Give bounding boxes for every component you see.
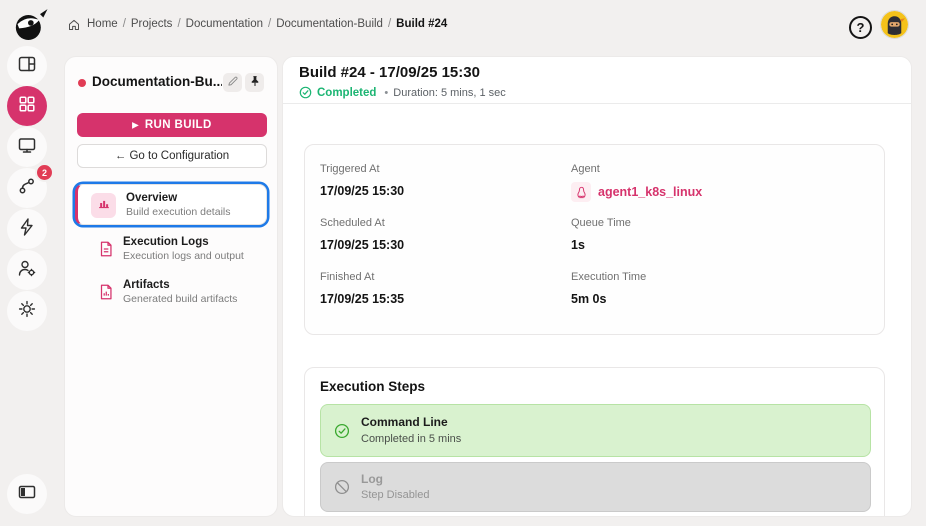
build-status-row: Completed • Duration: 5 mins, 1 sec (299, 86, 506, 99)
sidebar-item-subtitle: Build execution details (126, 206, 231, 218)
sidebar-item-overview[interactable]: Overview Build execution details (75, 184, 267, 225)
overview-icon-box (91, 193, 116, 218)
sidebar-item-subtitle: Generated build artifacts (123, 293, 238, 305)
run-build-label: RUN BUILD (144, 119, 212, 131)
breadcrumb: Home / Projects / Documentation / Docume… (68, 0, 447, 48)
field-finished-at: Finished At 17/09/25 15:35 (320, 271, 404, 306)
breadcrumb-build-24: Build #24 (396, 18, 448, 30)
duration-text: Duration: 5 mins, 1 sec (393, 86, 506, 99)
field-queue-time: Queue Time 1s (571, 217, 631, 252)
dashboard-layout-icon (17, 54, 37, 79)
help-button[interactable]: ? (849, 16, 872, 39)
breadcrumb-documentation-build[interactable]: Documentation-Build (276, 18, 383, 30)
rail-actions-button[interactable] (7, 209, 47, 249)
field-label: Agent (571, 163, 600, 175)
field-scheduled-at: Scheduled At 17/09/25 15:30 (320, 217, 404, 252)
bullet-separator: • (384, 86, 389, 99)
field-value: 17/09/25 15:30 (320, 238, 405, 252)
breadcrumb-separator: / (387, 18, 392, 30)
document-chart-icon (97, 283, 115, 306)
field-label: Finished At (320, 271, 375, 283)
top-bar: Home / Projects / Documentation / Docume… (0, 0, 926, 48)
field-execution-time: Execution Time 5m 0s (571, 271, 646, 306)
project-title: Documentation-Bu... (92, 74, 222, 89)
field-triggered-at: Triggered At 17/09/25 15:30 (320, 163, 404, 198)
sidebar-item-title: Execution Logs (123, 236, 209, 248)
breadcrumb-separator: / (268, 18, 272, 30)
run-build-button[interactable]: ▶ RUN BUILD (77, 113, 267, 137)
sidebar-item-title: Artifacts (123, 279, 170, 291)
execution-steps-card: Execution Steps Command Line Completed i… (304, 367, 885, 516)
bar-chart-icon (97, 196, 111, 215)
rail-dashboard-button[interactable] (7, 46, 47, 86)
sidebar-item-execution-logs[interactable]: Execution Logs Execution logs and output (75, 233, 267, 269)
go-to-configuration-label: ← Go to Configuration (114, 150, 230, 162)
play-icon: ▶ (132, 120, 139, 129)
icon-rail: 2 (0, 46, 62, 526)
sidebar-item-subtitle: Execution logs and output (123, 250, 244, 262)
field-label: Queue Time (571, 217, 631, 229)
step-name: Log (361, 472, 383, 486)
breadcrumb-separator: / (122, 18, 126, 30)
gear-icon (17, 299, 37, 324)
status-dot (78, 79, 86, 87)
build-config-sidebar: Documentation-Bu... ▶ RUN BUILD ← Go to … (64, 56, 278, 517)
apps-grid-icon (17, 94, 37, 119)
lightning-bolt-icon (17, 217, 37, 242)
project-title-row: Documentation-Bu... (65, 71, 277, 95)
field-label: Triggered At (320, 163, 380, 175)
status-badge: Completed (317, 86, 377, 99)
step-log-disabled[interactable]: Log Step Disabled (320, 462, 871, 512)
sidebar-item-title: Overview (126, 192, 178, 204)
pushpin-icon (249, 75, 261, 90)
pencil-icon (227, 75, 239, 90)
check-circle-icon (334, 423, 350, 439)
user-avatar[interactable] (881, 11, 908, 38)
field-agent: Agent agent1_k8s_linux (571, 163, 702, 202)
build-detail-panel: Build #24 - 17/09/25 15:30 Completed • D… (282, 56, 912, 517)
agent-link[interactable]: agent1_k8s_linux (598, 185, 702, 199)
user-gear-icon (17, 258, 37, 283)
step-name: Command Line (361, 415, 448, 429)
step-detail: Completed in 5 mins (361, 433, 462, 445)
document-lines-icon (97, 240, 115, 263)
linux-penguin-icon (571, 182, 591, 202)
field-value: 1s (571, 238, 585, 252)
home-icon (68, 19, 80, 31)
field-value: 17/09/25 15:30 (320, 184, 405, 198)
step-command-line[interactable]: Command Line Completed in 5 mins (320, 404, 871, 457)
execution-steps-title: Execution Steps (320, 379, 426, 394)
build-title: Build #24 - 17/09/25 15:30 (299, 64, 480, 81)
build-info-card: Triggered At 17/09/25 15:30 Agent agent1… (304, 144, 885, 335)
breadcrumb-separator: / (177, 18, 181, 30)
rail-settings-button[interactable] (7, 291, 47, 331)
app-logo-ninja-icon[interactable] (8, 4, 52, 46)
sidebar-item-artifacts[interactable]: Artifacts Generated build artifacts (75, 276, 267, 312)
edit-button[interactable] (223, 73, 242, 92)
breadcrumb-projects[interactable]: Projects (131, 18, 173, 30)
panel-left-icon (17, 482, 37, 507)
rail-projects-button[interactable] (7, 86, 47, 126)
disabled-slash-circle-icon (334, 479, 350, 495)
field-value: 17/09/25 15:35 (320, 292, 405, 306)
rail-collapse-sidebar-button[interactable] (7, 474, 47, 514)
pin-button[interactable] (245, 73, 264, 92)
monitor-icon (17, 135, 37, 160)
build-header: Build #24 - 17/09/25 15:30 Completed • D… (283, 57, 911, 104)
git-branch-icon (17, 176, 37, 201)
go-to-configuration-button[interactable]: ← Go to Configuration (77, 144, 267, 168)
field-value: 5m 0s (571, 292, 607, 306)
breadcrumb-documentation[interactable]: Documentation (186, 18, 263, 30)
rail-builds-button[interactable]: 2 (7, 165, 52, 208)
rail-agents-button[interactable] (7, 127, 47, 167)
question-mark-icon: ? (856, 20, 865, 35)
check-circle-icon (299, 86, 312, 99)
builds-count-badge: 2 (37, 165, 52, 180)
step-detail: Step Disabled (361, 489, 430, 501)
breadcrumb-home[interactable]: Home (87, 18, 118, 30)
field-label: Execution Time (571, 271, 647, 283)
rail-users-button[interactable] (7, 250, 47, 290)
field-label: Scheduled At (320, 217, 385, 229)
